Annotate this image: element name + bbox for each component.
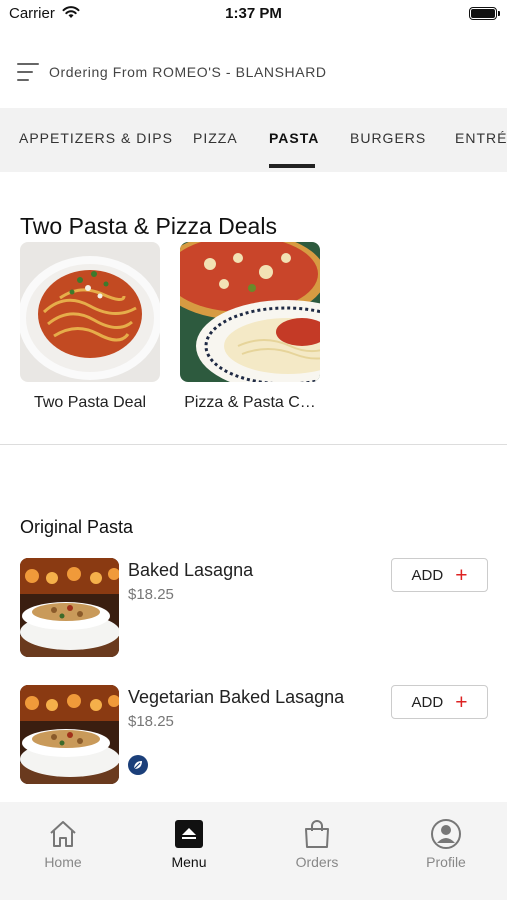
ordering-from-label: Ordering From ROMEO'S - BLANSHARD (49, 64, 327, 80)
nav-profile[interactable]: Profile (396, 818, 496, 870)
pizza-pasta-deal-image (180, 242, 320, 382)
home-icon (50, 821, 76, 847)
status-time: 1:37 PM (225, 5, 282, 22)
hamburger-icon[interactable] (17, 63, 39, 81)
tab-pasta[interactable]: PASTA (269, 130, 319, 146)
two-pasta-deal-image (20, 242, 160, 382)
tab-entree[interactable]: ENTRÉE (455, 130, 507, 146)
item-name: Vegetarian Baked Lasagna (128, 687, 345, 707)
item-price: $18.25 (128, 713, 174, 730)
vegetarian-baked-lasagna-image (20, 685, 119, 784)
category-tabs: APPETIZERS & DIPS PIZZA PASTA BURGERS EN… (0, 108, 507, 172)
nav-orders-label: Orders (295, 854, 339, 870)
deal-card-two-pasta[interactable]: Two Pasta Deal (20, 242, 160, 412)
status-bar: Carrier 1:37 PM (0, 0, 507, 30)
bottom-navigation: Home Menu Orders Profile (0, 802, 507, 900)
menu-icon (175, 820, 203, 848)
original-pasta-title: Original Pasta (20, 517, 134, 537)
plus-icon: + (455, 563, 468, 587)
deal-label: Pizza & Pasta C… (184, 394, 316, 411)
nav-home-label: Home (44, 854, 82, 870)
item-name: Baked Lasagna (128, 560, 254, 580)
baked-lasagna-image (20, 558, 119, 657)
menu-item-vegetarian-baked-lasagna[interactable]: Vegetarian Baked Lasagna $18.25 ADD + (20, 685, 490, 785)
tab-burgers[interactable]: BURGERS (350, 130, 426, 146)
active-tab-indicator (269, 164, 315, 168)
deal-label: Two Pasta Deal (33, 394, 147, 411)
add-label: ADD (411, 566, 444, 584)
add-vegetarian-baked-lasagna-button[interactable]: ADD + (391, 685, 488, 719)
nav-profile-label: Profile (426, 854, 466, 870)
tab-pizza[interactable]: PIZZA (193, 130, 238, 146)
deals-section-title: Two Pasta & Pizza Deals (20, 213, 277, 239)
plus-icon: + (455, 690, 468, 714)
nav-menu[interactable]: Menu (139, 818, 239, 870)
tab-appetizers-dips[interactable]: APPETIZERS & DIPS (19, 130, 173, 146)
nav-orders[interactable]: Orders (267, 818, 367, 870)
item-price: $18.25 (128, 586, 174, 603)
nav-menu-label: Menu (171, 854, 207, 870)
vegetarian-leaf-icon (128, 755, 148, 775)
nav-home[interactable]: Home (13, 818, 113, 870)
section-divider (0, 444, 507, 445)
add-baked-lasagna-button[interactable]: ADD + (391, 558, 488, 592)
ordering-location-header[interactable]: Ordering From ROMEO'S - BLANSHARD (0, 52, 507, 92)
add-label: ADD (411, 693, 444, 711)
profile-icon (431, 819, 461, 849)
menu-item-baked-lasagna[interactable]: Baked Lasagna $18.25 ADD + (20, 558, 490, 658)
shopping-bag-icon (305, 820, 329, 848)
battery-icon (469, 7, 500, 20)
deal-card-pizza-pasta[interactable]: Pizza & Pasta C… (180, 242, 320, 412)
